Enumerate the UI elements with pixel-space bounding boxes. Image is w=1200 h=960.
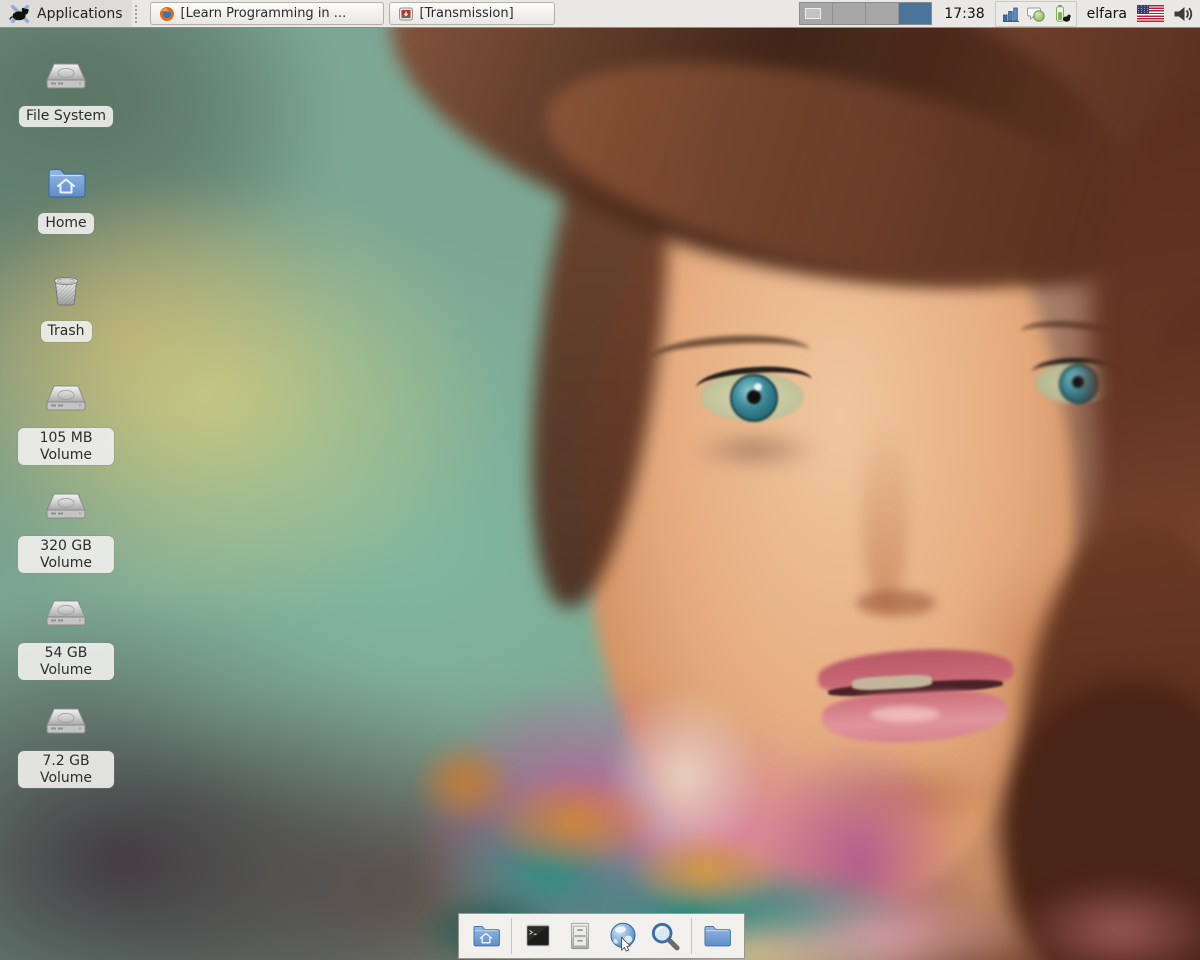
dock-item-web-browser[interactable] bbox=[606, 919, 640, 953]
dock-separator bbox=[511, 918, 512, 954]
home-folder-icon bbox=[42, 159, 90, 207]
desktop-icon-label: Home bbox=[38, 213, 93, 234]
desktop-icon-72gb-volume[interactable]: 7.2 GB Volume bbox=[18, 697, 114, 788]
dock-launcher-bar bbox=[458, 913, 745, 959]
globe-browser-icon bbox=[606, 919, 640, 953]
dock-separator bbox=[691, 918, 692, 954]
applications-menu-label: Applications bbox=[37, 6, 123, 22]
desktop-icon-label: 7.2 GB Volume bbox=[18, 751, 114, 788]
desktop-icon-54gb-volume[interactable]: 54 GB Volume bbox=[18, 589, 114, 680]
dock-item-application-finder[interactable] bbox=[648, 919, 682, 953]
taskbar-button-transmission[interactable]: [Transmission] bbox=[389, 2, 555, 25]
transmission-icon bbox=[398, 6, 414, 22]
panel-handle-separator bbox=[135, 5, 142, 23]
firefox-icon bbox=[159, 6, 175, 22]
left-eye-pupil bbox=[747, 390, 761, 404]
lip-gloss-highlight bbox=[870, 706, 940, 722]
desktop-icon-label: Trash bbox=[41, 321, 92, 342]
left-eye-highlight bbox=[754, 383, 762, 391]
us-flag-keyboard-layout-icon[interactable] bbox=[1137, 5, 1164, 22]
desktop-icon-file-system[interactable]: File System bbox=[18, 52, 114, 127]
home-folder-icon bbox=[469, 919, 503, 953]
desktop-icon-105mb-volume[interactable]: 105 MB Volume bbox=[18, 374, 114, 465]
harddisk-icon bbox=[42, 482, 90, 530]
harddisk-icon bbox=[42, 589, 90, 637]
speaker-volume-icon[interactable] bbox=[1172, 3, 1194, 25]
file-cabinet-icon bbox=[563, 919, 597, 953]
magnifier-icon bbox=[648, 919, 682, 953]
taskbar-button-label: [Learn Programming in ... bbox=[181, 6, 347, 21]
desktop-icon-trash[interactable]: Trash bbox=[18, 267, 114, 342]
terminal-icon bbox=[521, 919, 555, 953]
dock-item-home-directory[interactable] bbox=[469, 919, 503, 953]
right-eye-pupil bbox=[1072, 376, 1084, 388]
trash-icon bbox=[42, 267, 90, 315]
scarf-orange-strand-2 bbox=[630, 830, 780, 910]
desktop-icon-home[interactable]: Home bbox=[18, 159, 114, 234]
top-panel: Applications [Learn Programming in ... [… bbox=[0, 0, 1200, 28]
taskbar-button-label: [Transmission] bbox=[420, 6, 514, 21]
desktop-icon-label: 105 MB Volume bbox=[18, 428, 114, 465]
system-tray bbox=[995, 1, 1077, 27]
system-monitor-icon[interactable] bbox=[1001, 4, 1021, 24]
dock-item-file-manager[interactable] bbox=[563, 919, 597, 953]
workspace-window-outline bbox=[805, 8, 821, 19]
desktop-wallpaper bbox=[0, 0, 1200, 960]
dock-item-terminal[interactable] bbox=[521, 919, 555, 953]
harddisk-icon bbox=[42, 374, 90, 422]
workspace-1[interactable] bbox=[800, 3, 833, 24]
folder-icon bbox=[700, 919, 734, 953]
xfce-mouse-logo-icon bbox=[9, 3, 31, 25]
workspace-switcher bbox=[799, 2, 932, 25]
scarf-orange-strand-3 bbox=[415, 740, 515, 825]
workspace-4-active[interactable] bbox=[899, 3, 931, 24]
clock[interactable]: 17:38 bbox=[944, 6, 984, 22]
dock-item-folder[interactable] bbox=[700, 919, 734, 953]
nose-shadow bbox=[862, 420, 908, 610]
nose-base-shadow bbox=[856, 590, 936, 616]
workspace-3[interactable] bbox=[866, 3, 899, 24]
username-label: elfara bbox=[1087, 6, 1127, 22]
desktop-icon-label: 320 GB Volume bbox=[18, 536, 114, 573]
left-eye bbox=[700, 372, 804, 422]
power-manager-icon[interactable] bbox=[1051, 4, 1071, 24]
flag-canton bbox=[1137, 5, 1149, 14]
desktop-icon-label: 54 GB Volume bbox=[18, 643, 114, 680]
workspace-2[interactable] bbox=[833, 3, 866, 24]
desktop-icon-label: File System bbox=[19, 106, 113, 127]
harddisk-icon bbox=[42, 697, 90, 745]
taskbar-button-firefox[interactable]: [Learn Programming in ... bbox=[150, 2, 384, 25]
desktop-icon-320gb-volume[interactable]: 320 GB Volume bbox=[18, 482, 114, 573]
left-eye-shadow bbox=[690, 430, 820, 470]
messaging-icon[interactable] bbox=[1026, 4, 1046, 24]
harddisk-icon bbox=[42, 52, 90, 100]
applications-menu-button[interactable]: Applications bbox=[0, 0, 132, 27]
